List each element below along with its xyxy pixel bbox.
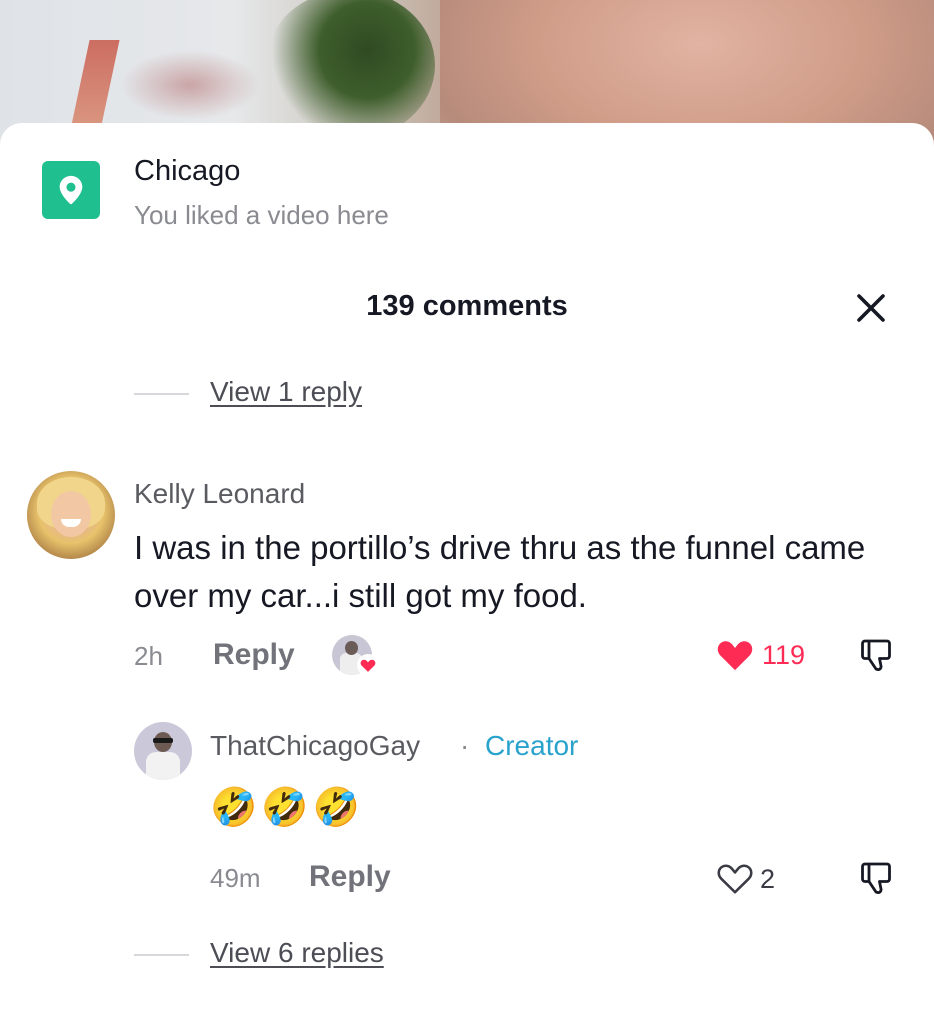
avatar[interactable] (27, 471, 115, 559)
creator-avatar[interactable] (134, 722, 192, 780)
dislike-icon[interactable] (858, 860, 894, 896)
replies-divider (134, 954, 189, 956)
reply-username[interactable]: ThatChicagoGay (210, 730, 420, 762)
location-subtitle: You liked a video here (134, 200, 389, 230)
video-flag-shape (70, 40, 120, 130)
reply-button[interactable]: Reply (309, 860, 391, 894)
comment-text: I was in the portillo’s drive thru as th… (134, 529, 866, 614)
creator-separator: · (460, 730, 470, 761)
avatar-face (51, 491, 91, 537)
view-replies-link[interactable]: View 6 replies (210, 937, 384, 969)
reply-text: 🤣🤣🤣 (210, 787, 364, 829)
like-count: 119 (762, 640, 806, 670)
creator-liked-head (345, 641, 358, 655)
video-tree-shape (265, 0, 435, 140)
close-icon[interactable] (853, 290, 889, 326)
like-heart-outline-icon[interactable] (716, 862, 754, 895)
creator-avatar-glasses (153, 738, 173, 743)
reply-like-count: 2 (760, 864, 776, 894)
creator-badge: Creator (485, 730, 579, 761)
replies-divider (134, 393, 189, 395)
reply-time: 49m (210, 863, 261, 893)
location-title[interactable]: Chicago (134, 155, 240, 188)
like-heart-icon[interactable] (715, 638, 755, 672)
dislike-icon[interactable] (858, 637, 894, 673)
location-pin-icon[interactable] (42, 161, 100, 219)
video-blur-shape (120, 50, 260, 120)
reply-button[interactable]: Reply (213, 638, 295, 672)
heart-icon (357, 654, 379, 676)
creator-avatar-body (146, 752, 180, 780)
view-replies-link[interactable]: View 1 reply (210, 376, 362, 408)
comment-username[interactable]: Kelly Leonard (134, 478, 305, 510)
comments-count: 139 comments (366, 290, 568, 322)
comment-time: 2h (134, 641, 163, 671)
